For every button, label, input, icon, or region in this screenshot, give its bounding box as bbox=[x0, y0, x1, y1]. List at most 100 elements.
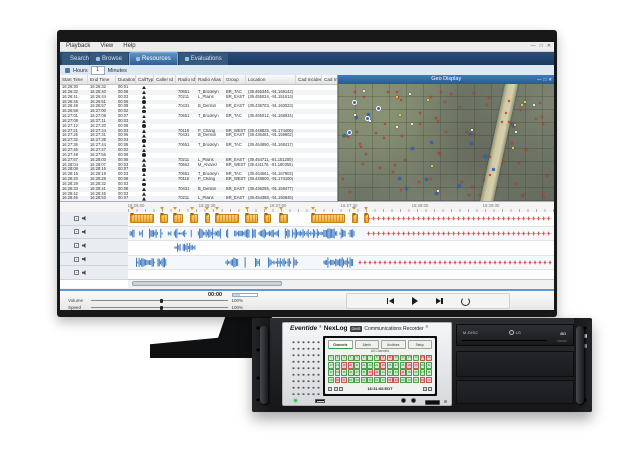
poi-marker[interactable] bbox=[512, 147, 514, 149]
channel-cell[interactable]: 34 bbox=[335, 369, 341, 376]
channel-cell[interactable]: 19 bbox=[341, 362, 347, 369]
channel-cell[interactable]: 24 bbox=[374, 362, 380, 369]
volume-slider[interactable] bbox=[91, 300, 228, 301]
channel-cell[interactable]: 58 bbox=[387, 377, 393, 384]
incident-marker[interactable] bbox=[539, 102, 541, 104]
poi-marker[interactable] bbox=[521, 104, 523, 106]
incident-marker[interactable] bbox=[419, 123, 421, 125]
channel-cell[interactable]: 45 bbox=[406, 369, 412, 376]
channel-cell[interactable]: 16 bbox=[426, 355, 432, 362]
incident-marker[interactable] bbox=[375, 132, 377, 134]
channel-cell[interactable]: 11 bbox=[393, 355, 399, 362]
next-button[interactable] bbox=[436, 298, 443, 304]
channel-cell[interactable]: 26 bbox=[387, 362, 393, 369]
volume-slider-thumb[interactable] bbox=[160, 299, 163, 303]
channel-cell[interactable]: 64 bbox=[426, 377, 432, 384]
channel-cell[interactable]: 14 bbox=[413, 355, 419, 362]
tab-search[interactable]: Search bbox=[62, 53, 89, 65]
incident-marker[interactable] bbox=[384, 123, 386, 125]
poi-marker[interactable] bbox=[427, 99, 429, 101]
channel-cell[interactable]: 51 bbox=[341, 377, 347, 384]
lcd-alert-icon[interactable] bbox=[428, 387, 432, 392]
unit-marker[interactable] bbox=[484, 155, 487, 158]
channel-cell[interactable]: 2 bbox=[335, 355, 341, 362]
incident-marker[interactable] bbox=[419, 112, 421, 114]
incident-marker[interactable] bbox=[440, 91, 442, 93]
unit-marker[interactable] bbox=[343, 134, 346, 137]
expand-box-icon[interactable]: + bbox=[74, 257, 79, 262]
maximize-icon[interactable]: □ bbox=[540, 42, 543, 51]
channel-cell[interactable]: 20 bbox=[348, 362, 354, 369]
column-header[interactable]: Radio Alias bbox=[196, 75, 224, 84]
channel-cell[interactable]: 3 bbox=[341, 355, 347, 362]
column-header[interactable]: Cad Incident Type bbox=[296, 75, 322, 84]
speaker-icon[interactable] bbox=[82, 243, 87, 248]
incident-marker[interactable] bbox=[543, 196, 545, 198]
channel-cell[interactable]: 5 bbox=[354, 355, 360, 362]
unit-marker[interactable] bbox=[355, 116, 358, 119]
incident-marker[interactable] bbox=[437, 120, 439, 122]
incident-marker[interactable] bbox=[365, 153, 367, 155]
poi-marker[interactable] bbox=[396, 96, 398, 98]
expand-box-icon[interactable]: + bbox=[74, 243, 79, 248]
column-header[interactable]: Cad Incident Id bbox=[322, 75, 337, 84]
channel-cell[interactable]: 57 bbox=[380, 377, 386, 384]
speed-slider-thumb[interactable] bbox=[160, 306, 163, 310]
incident-marker[interactable] bbox=[450, 93, 452, 95]
channel-cell[interactable]: 7 bbox=[367, 355, 373, 362]
channel-cell[interactable]: 27 bbox=[393, 362, 399, 369]
incident-marker[interactable] bbox=[360, 146, 362, 148]
previous-button[interactable] bbox=[387, 298, 394, 304]
column-header[interactable]: CallType bbox=[136, 75, 154, 84]
channel-cell[interactable]: 28 bbox=[400, 362, 406, 369]
incident-marker[interactable] bbox=[430, 178, 432, 180]
incident-marker[interactable] bbox=[515, 183, 517, 185]
channel-cell[interactable]: 37 bbox=[354, 369, 360, 376]
poi-marker[interactable] bbox=[409, 93, 411, 95]
loop-icon[interactable] bbox=[461, 297, 470, 306]
column-header[interactable]: End Time bbox=[88, 75, 116, 84]
channel-cell[interactable]: 36 bbox=[348, 369, 354, 376]
incident-marker[interactable] bbox=[383, 137, 385, 139]
channel-cell[interactable]: 63 bbox=[420, 377, 426, 384]
incident-marker[interactable] bbox=[468, 194, 470, 196]
mini-progress-bar[interactable] bbox=[232, 293, 258, 297]
poi-marker[interactable] bbox=[363, 90, 365, 92]
channel-cell[interactable]: 59 bbox=[393, 377, 399, 384]
map-close-icon[interactable]: ✕ bbox=[548, 75, 552, 84]
incident-marker[interactable] bbox=[445, 131, 447, 133]
incident-marker[interactable] bbox=[349, 191, 351, 193]
channel-cell[interactable]: 18 bbox=[335, 362, 341, 369]
channel-cell[interactable]: 32 bbox=[426, 362, 432, 369]
unit-cluster-icon[interactable] bbox=[347, 130, 352, 135]
speaker-icon[interactable] bbox=[82, 270, 87, 275]
channel-cell[interactable]: 44 bbox=[400, 369, 406, 376]
channel-cell[interactable]: 9 bbox=[380, 355, 386, 362]
expand-box-icon[interactable]: + bbox=[74, 216, 79, 221]
channel-cell[interactable]: 17 bbox=[328, 362, 334, 369]
column-header[interactable]: Group bbox=[224, 75, 246, 84]
channel-cell[interactable]: 49 bbox=[328, 377, 334, 384]
channel-cell[interactable]: 39 bbox=[367, 369, 373, 376]
speed-slider[interactable] bbox=[91, 307, 228, 308]
lcd-page-icon[interactable] bbox=[423, 387, 427, 392]
menu-view[interactable]: View bbox=[100, 42, 113, 51]
poi-marker[interactable] bbox=[396, 126, 398, 128]
channel-cell[interactable]: 13 bbox=[406, 355, 412, 362]
channel-cell[interactable]: 31 bbox=[420, 362, 426, 369]
incident-marker[interactable] bbox=[518, 162, 520, 164]
channel-cell[interactable]: 35 bbox=[341, 369, 347, 376]
incident-marker[interactable] bbox=[400, 189, 402, 191]
incident-marker[interactable] bbox=[359, 143, 361, 145]
unit-marker[interactable] bbox=[435, 192, 438, 195]
call-segment[interactable] bbox=[160, 214, 169, 223]
incident-marker[interactable] bbox=[363, 96, 365, 98]
channel-cell[interactable]: 33 bbox=[328, 369, 334, 376]
call-segment[interactable] bbox=[190, 214, 199, 223]
incident-marker[interactable] bbox=[461, 181, 463, 183]
channel-cell[interactable]: 42 bbox=[387, 369, 393, 376]
unit-cluster-icon[interactable] bbox=[376, 106, 381, 111]
incident-marker[interactable] bbox=[471, 186, 473, 188]
lcd-tab[interactable]: Alerts bbox=[355, 340, 380, 349]
call-segment[interactable] bbox=[311, 214, 345, 223]
